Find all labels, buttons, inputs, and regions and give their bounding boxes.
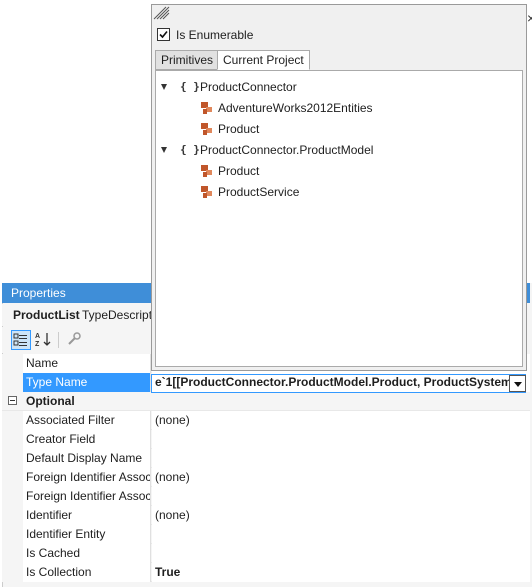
property-value[interactable] [152, 487, 530, 506]
property-value[interactable] [152, 525, 530, 544]
expander-icon[interactable] [161, 147, 167, 153]
category-label: Optional [26, 394, 75, 408]
row-gutter [2, 544, 23, 563]
property-name: Is Cached [23, 544, 151, 563]
row-gutter [2, 563, 23, 582]
is-enumerable-checkbox[interactable] [157, 28, 170, 41]
object-name: ProductList [13, 308, 80, 322]
is-enumerable-label[interactable]: Is Enumerable [176, 28, 253, 42]
type-name-value[interactable]: e`1[[ProductConnector.ProductModel.Produ… [155, 375, 520, 389]
property-value[interactable] [152, 430, 530, 449]
property-pages-button[interactable] [65, 330, 85, 350]
grip-icon[interactable] [153, 6, 170, 20]
property-name: Identifier Entity [23, 525, 151, 544]
property-row[interactable]: Associated Filter (none) [2, 411, 530, 430]
property-row[interactable]: Creator Field [2, 430, 530, 449]
row-gutter [2, 449, 23, 468]
namespace-icon: { } [180, 143, 200, 156]
tree-node-type[interactable]: AdventureWorks2012Entities [218, 100, 373, 116]
tab-current-project[interactable]: Current Project [217, 50, 310, 70]
tree-node-namespace[interactable]: ProductConnector [200, 79, 297, 95]
tree-node-namespace[interactable]: ProductConnector.ProductModel [200, 142, 373, 158]
property-name: Is Collection [23, 563, 151, 582]
namespace-icon: { } [180, 80, 200, 93]
row-gutter [2, 506, 23, 525]
property-name: Type Name [23, 373, 151, 392]
svg-text:A: A [35, 333, 40, 340]
tree-node-type[interactable]: Product [218, 163, 259, 179]
property-value[interactable] [152, 544, 530, 563]
property-name: Default Display Name [23, 449, 151, 468]
class-icon [201, 186, 212, 198]
property-row[interactable]: Is Cached [2, 544, 530, 563]
property-value[interactable]: (none) [152, 468, 530, 487]
property-value[interactable]: (none) [152, 411, 530, 430]
row-gutter [2, 525, 23, 544]
property-name: Name [23, 354, 151, 373]
row-gutter [2, 373, 23, 392]
property-name: Creator Field [23, 430, 151, 449]
type-name-dropdown-button[interactable] [509, 375, 526, 392]
property-row[interactable]: Foreign Identifier Assoc [2, 487, 530, 506]
tree-node-type[interactable]: Product [218, 121, 259, 137]
property-row[interactable]: Foreign Identifier Assoc (none) [2, 468, 530, 487]
property-row[interactable]: Identifier Entity [2, 525, 530, 544]
categorized-icon [13, 333, 27, 346]
properties-title: Properties [11, 286, 66, 300]
property-value[interactable] [152, 449, 530, 468]
svg-text:Z: Z [35, 341, 40, 348]
property-name: Identifier [23, 506, 151, 525]
row-gutter [2, 411, 23, 430]
property-row[interactable]: Default Display Name [2, 449, 530, 468]
object-type: TypeDescript [82, 308, 153, 322]
property-pages-icon [68, 332, 81, 345]
class-icon [201, 123, 212, 135]
expander-icon[interactable] [161, 84, 167, 90]
tree-node-type[interactable]: ProductService [218, 184, 299, 200]
row-gutter [2, 487, 23, 506]
checkbox-check-icon [159, 30, 168, 39]
property-name: Foreign Identifier Assoc [23, 468, 151, 487]
class-icon [201, 102, 212, 114]
class-icon [201, 165, 212, 177]
property-row[interactable]: Identifier (none) [2, 506, 530, 525]
close-icon[interactable]: × [527, 10, 532, 26]
alphabetical-button[interactable]: A Z [34, 330, 54, 350]
property-name: Associated Filter [23, 411, 151, 430]
property-value[interactable]: (none) [152, 506, 530, 525]
tab-primitives[interactable]: Primitives [155, 50, 220, 70]
row-gutter [2, 468, 23, 487]
alphabetical-sort-icon: A Z [35, 333, 51, 348]
categorized-button[interactable] [11, 330, 31, 350]
property-value[interactable]: True [152, 563, 530, 582]
category-optional[interactable]: Optional [2, 392, 530, 411]
toolbar-separator [58, 332, 59, 348]
row-gutter [2, 354, 23, 373]
collapse-icon[interactable] [8, 396, 17, 405]
property-name: Foreign Identifier Assoc [23, 487, 151, 506]
property-row[interactable]: Is Collection True [2, 563, 530, 582]
row-gutter [2, 430, 23, 449]
